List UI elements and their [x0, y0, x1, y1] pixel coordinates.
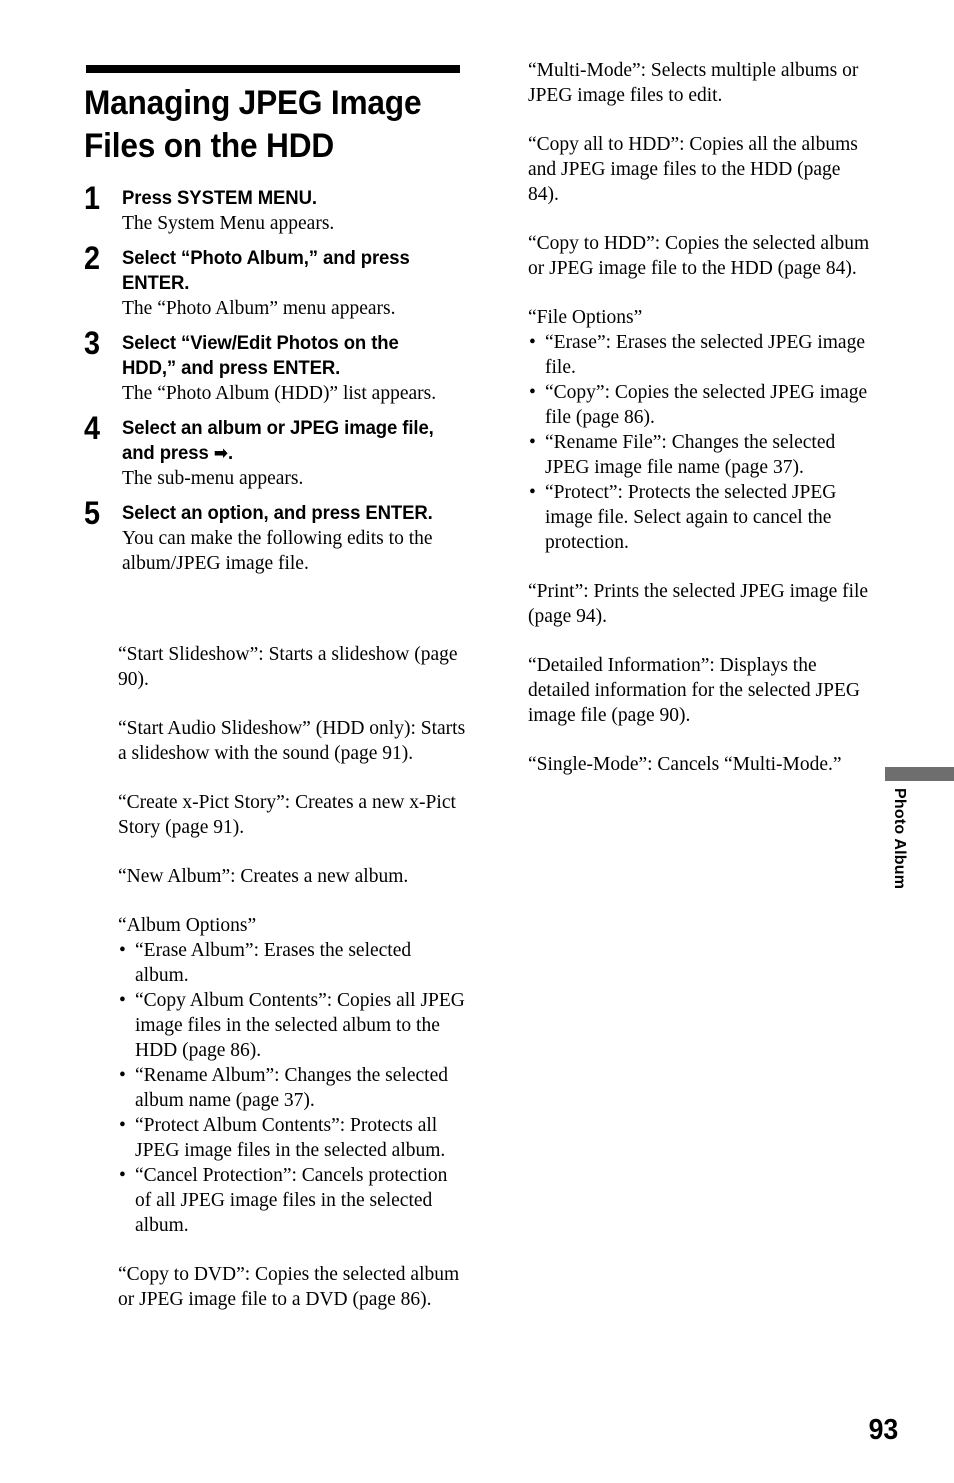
step-number: 4 [84, 410, 101, 446]
file-options-block: “File Options” “Erase”: Erases the selec… [528, 305, 876, 555]
side-tab-label: Photo Album [891, 788, 908, 890]
list-item: “Erase Album”: Erases the selected album… [118, 938, 466, 988]
step-body: The sub-menu appears. [122, 468, 304, 489]
page-number: 93 [868, 1414, 898, 1446]
page-title: Managing JPEG Image Files on the HDD [84, 84, 422, 165]
step-heading: Select “View/Edit Photos on the HDD,” an… [122, 332, 399, 379]
list-item: “Protect Album Contents”: Protects all J… [118, 1113, 466, 1163]
side-tab-marker [885, 767, 954, 781]
step-4: 4 Select an album or JPEG image file, an… [84, 412, 466, 491]
step-heading-text: Select an album or JPEG image file, and … [122, 417, 434, 464]
step-1: 1 Press SYSTEM MENU. The System Menu app… [84, 182, 466, 236]
file-options-list: “Erase”: Erases the selected JPEG image … [528, 330, 876, 555]
step-3: 3 Select “View/Edit Photos on the HDD,” … [84, 327, 466, 406]
step-number: 1 [84, 180, 101, 216]
step-body: The System Menu appears. [122, 213, 335, 234]
list-item: “Erase”: Erases the selected JPEG image … [528, 330, 876, 380]
album-options-title: “Album Options” [118, 915, 257, 936]
option-paragraph: “New Album”: Creates a new album. [118, 866, 409, 887]
step-body: The “Photo Album” menu appears. [122, 298, 396, 319]
album-options-block: “Album Options” “Erase Album”: Erases th… [118, 913, 466, 1238]
step-number: 5 [84, 495, 101, 531]
option-paragraph: “Print”: Prints the selected JPEG image … [528, 581, 869, 627]
option-paragraph: “Start Audio Slideshow” (HDD only): Star… [118, 718, 466, 764]
option-paragraph: “Start Slideshow”: Starts a slideshow (p… [118, 644, 458, 690]
step-heading: Select an album or JPEG image file, and … [122, 416, 449, 466]
step-heading: Select “Photo Album,” and press ENTER. [122, 247, 410, 294]
list-item: “Rename File”: Changes the selected JPEG… [528, 430, 876, 480]
option-paragraph: “Single-Mode”: Cancels “Multi-Mode.” [528, 754, 842, 775]
left-column-options: “Start Slideshow”: Starts a slideshow (p… [118, 642, 466, 1312]
title-rule [86, 65, 460, 73]
list-item: “Cancel Protection”: Cancels protection … [118, 1163, 466, 1238]
option-paragraph: “Copy all to HDD”: Copies all the albums… [528, 134, 858, 205]
list-item: “Protect”: Protects the selected JPEG im… [528, 480, 876, 555]
step-body: You can make the following edits to the … [122, 528, 433, 574]
option-paragraph: “Create x-Pict Story”: Creates a new x-P… [118, 792, 456, 838]
step-number: 2 [84, 240, 101, 276]
option-paragraph: “Multi-Mode”: Selects multiple albums or… [528, 60, 859, 106]
step-heading: Select an option, and press ENTER. [122, 502, 433, 524]
document-page: Managing JPEG Image Files on the HDD 1 P… [0, 0, 954, 1483]
step-number: 3 [84, 325, 101, 361]
step-2: 2 Select “Photo Album,” and press ENTER.… [84, 242, 466, 321]
procedure-steps: 1 Press SYSTEM MENU. The System Menu app… [84, 182, 466, 586]
step-heading-suffix: . [227, 442, 234, 464]
album-options-list: “Erase Album”: Erases the selected album… [118, 938, 466, 1238]
step-5: 5 Select an option, and press ENTER. You… [84, 497, 466, 576]
copy-to-dvd-paragraph: “Copy to DVD”: Copies the selected album… [118, 1264, 460, 1310]
option-paragraph: “Copy to HDD”: Copies the selected album… [528, 233, 870, 279]
list-item: “Copy”: Copies the selected JPEG image f… [528, 380, 876, 430]
right-column: “Multi-Mode”: Selects multiple albums or… [528, 58, 876, 777]
step-body: The “Photo Album (HDD)” list appears. [122, 383, 437, 404]
right-arrow-icon: ➡ [213, 443, 228, 464]
option-paragraph: “Detailed Information”: Displays the det… [528, 655, 860, 726]
list-item: “Rename Album”: Changes the selected alb… [118, 1063, 466, 1113]
file-options-title: “File Options” [528, 307, 643, 328]
list-item: “Copy Album Contents”: Copies all JPEG i… [118, 988, 466, 1063]
step-heading: Press SYSTEM MENU. [122, 187, 317, 209]
